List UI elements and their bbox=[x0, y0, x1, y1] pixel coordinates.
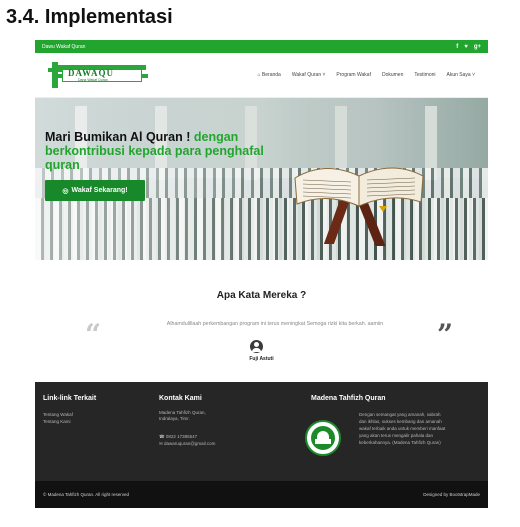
main-navbar: DAWAQU Dana Wakaf Quran ⌂ Beranda Wakaf … bbox=[35, 53, 488, 98]
website-screenshot: Dawu Wakaf Quran f ♥ g+ DAWAQU Dana Waka… bbox=[35, 40, 488, 527]
dawaqu-logo[interactable]: DAWAQU Dana Wakaf Quran bbox=[48, 62, 148, 88]
logo-name: DAWAQU bbox=[68, 68, 115, 78]
about-text-line: keberkahannya. (Madena Tahfizh Quran) bbox=[359, 440, 441, 445]
about-text-line: dan ikhlas, sukses kembang dan amanah bbox=[359, 419, 442, 424]
nav-menu: ⌂ Beranda Wakaf Quran ˅ Program Wakaf Do… bbox=[258, 72, 476, 78]
madena-emblem-icon bbox=[305, 420, 341, 456]
footer: Link-link Terkait Tentang Wakaf Tentang … bbox=[35, 382, 488, 481]
nav-item-beranda[interactable]: ⌂ Beranda bbox=[258, 72, 281, 78]
open-quran-image bbox=[294, 167, 424, 212]
testimonial-quote: Alhamdulillaah perkembangan program ini … bbox=[166, 321, 384, 327]
social-links: f ♥ g+ bbox=[456, 44, 481, 50]
bottom-bar: © Madena Tahfizh Quran. All right reserv… bbox=[35, 481, 488, 508]
nav-item-program-wakaf[interactable]: Program Wakaf bbox=[336, 72, 371, 78]
footer-link-tentang-kami[interactable]: Tentang Kami bbox=[43, 419, 71, 424]
contact-phone[interactable]: ☎ 0822 17385547 bbox=[159, 434, 197, 440]
google-plus-icon[interactable]: g+ bbox=[474, 44, 481, 50]
twitter-icon[interactable]: ♥ bbox=[464, 44, 468, 50]
footer-contact-title: Kontak Kami bbox=[159, 395, 202, 402]
hero-headline: Mari Bumikan Al Quran ! dengan berkontri… bbox=[45, 130, 264, 172]
footer-links-title: Link-link Terkait bbox=[43, 395, 97, 402]
nav-item-akun-saya[interactable]: Akun Saya ˅ bbox=[447, 72, 476, 78]
copyright-text: © Madena Tahfizh Quran. All right reserv… bbox=[43, 492, 130, 497]
document-section-heading: 3.4. Implementasi bbox=[6, 6, 173, 28]
nav-item-testimoni[interactable]: Testimoni bbox=[414, 72, 435, 78]
about-text-line: yang akan terus mengalir pahala dan bbox=[359, 433, 434, 438]
designer-credit[interactable]: Designed by BootstrapMade bbox=[423, 492, 480, 497]
hero-banner: Mari Bumikan Al Quran ! dengan berkontri… bbox=[35, 98, 488, 260]
footer-about-title: Madena Tahfizh Quran bbox=[311, 395, 386, 402]
wakaf-now-label: Wakaf Sekarang! bbox=[71, 187, 128, 194]
target-icon: ◎ bbox=[62, 187, 69, 195]
close-quote-icon: ” bbox=[437, 318, 454, 351]
logo-subtitle: Dana Wakaf Quran bbox=[78, 78, 108, 82]
testimonial-author: Fuji Astuti bbox=[249, 356, 274, 362]
contact-address-line: Indralaya, Timr. bbox=[159, 416, 190, 421]
nav-item-wakaf-quran[interactable]: Wakaf Quran ˅ bbox=[292, 72, 326, 78]
facebook-icon[interactable]: f bbox=[456, 44, 458, 50]
top-bar-site-name: Dawu Wakaf Quran bbox=[42, 43, 86, 50]
nav-item-dokumen[interactable]: Dokumen bbox=[382, 72, 403, 78]
open-quote-icon: “ bbox=[85, 318, 102, 351]
avatar-icon bbox=[250, 340, 263, 353]
footer-link-tentang-wakaf[interactable]: Tentang Wakaf bbox=[43, 412, 73, 417]
about-text-line: Dengan semangat yang amanah, sabrah bbox=[359, 412, 441, 417]
wakaf-now-button[interactable]: ◎ Wakaf Sekarang! bbox=[45, 180, 145, 201]
contact-email[interactable]: ✉ dawaruquran@gmail.com bbox=[159, 441, 215, 447]
testimonial-section: Apa Kata Mereka ? “ Alhamdulillaah perke… bbox=[35, 260, 488, 382]
about-text-line: wakaf terbaik anda untuk memberi manfaat bbox=[359, 426, 446, 431]
top-bar: Dawu Wakaf Quran f ♥ g+ bbox=[35, 40, 488, 53]
testimonial-title: Apa Kata Mereka ? bbox=[216, 290, 307, 301]
